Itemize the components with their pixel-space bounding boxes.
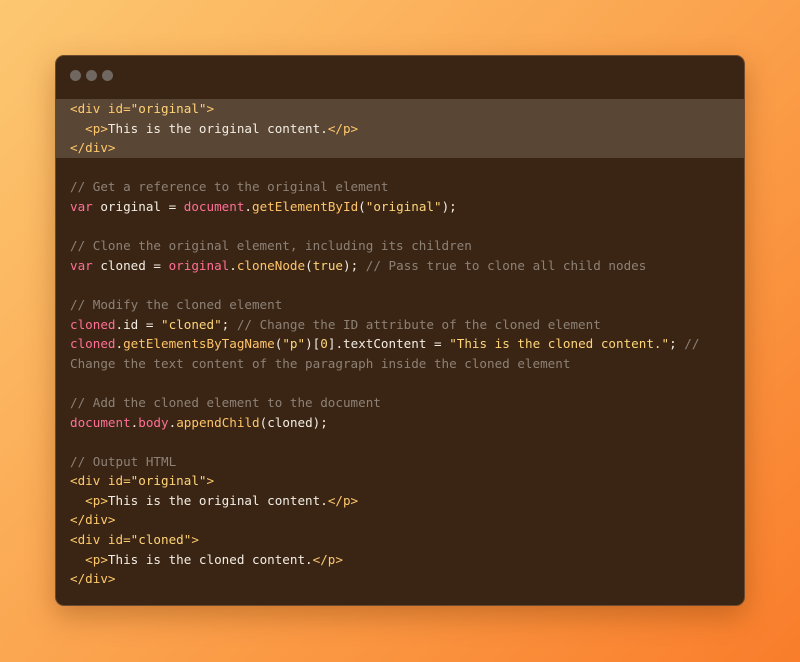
code-token: // (684, 336, 700, 352)
code-line: // Output HTML (56, 452, 744, 472)
code-line: <p>This is the original content.</p> (56, 491, 744, 511)
code-token: appendChild (176, 414, 260, 430)
code-token: "cloned" (130, 532, 192, 548)
code-token: document (70, 414, 131, 430)
code-token: "original" (130, 101, 207, 116)
code-line: </div> (56, 510, 744, 530)
code-token: cloned = (92, 257, 169, 273)
code-token: true (312, 257, 344, 273)
code-line: // Clone the original element, including… (56, 236, 744, 256)
code-line: var original = document.getElementById("… (56, 197, 744, 217)
code-token: </div> (70, 512, 116, 528)
code-token: </p> (327, 492, 359, 508)
code-line: // Modify the cloned element (56, 295, 744, 315)
code-token: "cloned" (161, 316, 222, 332)
maximize-dot-icon[interactable] (102, 70, 113, 81)
code-token: . (244, 198, 253, 214)
code-token: <p> (85, 120, 108, 136)
code-token: document (183, 198, 245, 214)
code-token: This is the cloned content. (107, 551, 313, 567)
code-token: ].textContent = (327, 336, 450, 352)
code-token: original (168, 257, 230, 273)
code-token: ( (358, 198, 366, 214)
code-line: </div> (56, 138, 744, 158)
code-token: var (70, 257, 93, 273)
code-block: <div id="original"> <p>This is the origi… (56, 99, 744, 589)
code-line: cloned.getElementsByTagName("p")[0].text… (56, 334, 744, 354)
close-dot-icon[interactable] (70, 70, 81, 81)
code-token: "original" (130, 473, 207, 489)
code-token: getElementById (252, 198, 359, 214)
code-token: (cloned); (259, 414, 328, 430)
code-line: <div id="original"> (56, 99, 744, 119)
code-line: // Add the cloned element to the documen… (56, 393, 744, 413)
code-line: </div> (56, 569, 744, 589)
code-line: var cloned = original.cloneNode(true); /… (56, 256, 744, 276)
code-line: <div id="cloned"> (56, 530, 744, 550)
code-window: <div id="original"> <p>This is the origi… (55, 55, 745, 606)
code-token: ); (441, 198, 457, 214)
code-token: // Pass true to clone all child nodes (365, 257, 647, 273)
code-line: document.body.appendChild(cloned); (56, 413, 744, 433)
code-token: ( (305, 257, 313, 273)
code-line: Change the text content of the paragraph… (56, 354, 744, 374)
code-token: cloneNode (236, 257, 306, 273)
code-token: // Get a reference to the original eleme… (70, 179, 389, 195)
code-line: <div id="original"> (56, 471, 744, 491)
code-token: cloned (70, 316, 116, 332)
code-token: > (191, 532, 199, 548)
code-token: This is the original content. (107, 120, 328, 136)
code-token: 0 (320, 336, 328, 352)
code-line: <p>This is the cloned content.</p> (56, 550, 744, 570)
code-token: .id = (115, 316, 161, 332)
code-token: getElementsByTagName (123, 336, 275, 352)
code-token: </div> (70, 140, 116, 156)
code-token: </p> (312, 551, 343, 567)
code-token: "This is the cloned content." (449, 336, 670, 352)
code-token: <div id= (70, 532, 131, 548)
code-token: )[ (305, 336, 321, 352)
code-token: ); (343, 257, 366, 273)
code-line: <p>This is the original content.</p> (56, 118, 744, 139)
code-token: ; (221, 316, 237, 332)
code-line: // Get a reference to the original eleme… (56, 177, 744, 197)
window-titlebar (56, 56, 744, 96)
code-token: This is the original content. (107, 492, 328, 508)
code-line: cloned.id = "cloned"; // Change the ID a… (56, 315, 744, 335)
code-token: . (115, 336, 124, 352)
code-token: cloned (70, 336, 116, 352)
code-token: <div id= (70, 473, 131, 489)
code-token: ; (669, 336, 685, 352)
code-token: // Output HTML (70, 453, 177, 469)
code-token: Change the text content of the paragraph… (70, 355, 571, 371)
code-token: var (70, 198, 93, 214)
code-token: > (206, 101, 215, 116)
code-token: "p" (282, 336, 306, 352)
code-token: > (206, 473, 215, 489)
code-token: // Change the ID attribute of the cloned… (236, 316, 601, 332)
code-token: <p> (85, 492, 108, 508)
code-token: body (138, 414, 169, 430)
code-token: "original" (365, 198, 442, 214)
code-token: // Modify the cloned element (70, 296, 283, 312)
code-token: <p> (85, 551, 108, 567)
code-token: // Add the cloned element to the documen… (70, 394, 381, 410)
code-token: . (229, 257, 237, 273)
code-token: </div> (70, 571, 116, 587)
code-token: <div id= (70, 101, 131, 116)
code-token: // Clone the original element, including… (70, 238, 472, 254)
minimize-dot-icon[interactable] (86, 70, 97, 81)
code-token: </p> (327, 120, 359, 136)
code-token: original = (92, 198, 184, 214)
